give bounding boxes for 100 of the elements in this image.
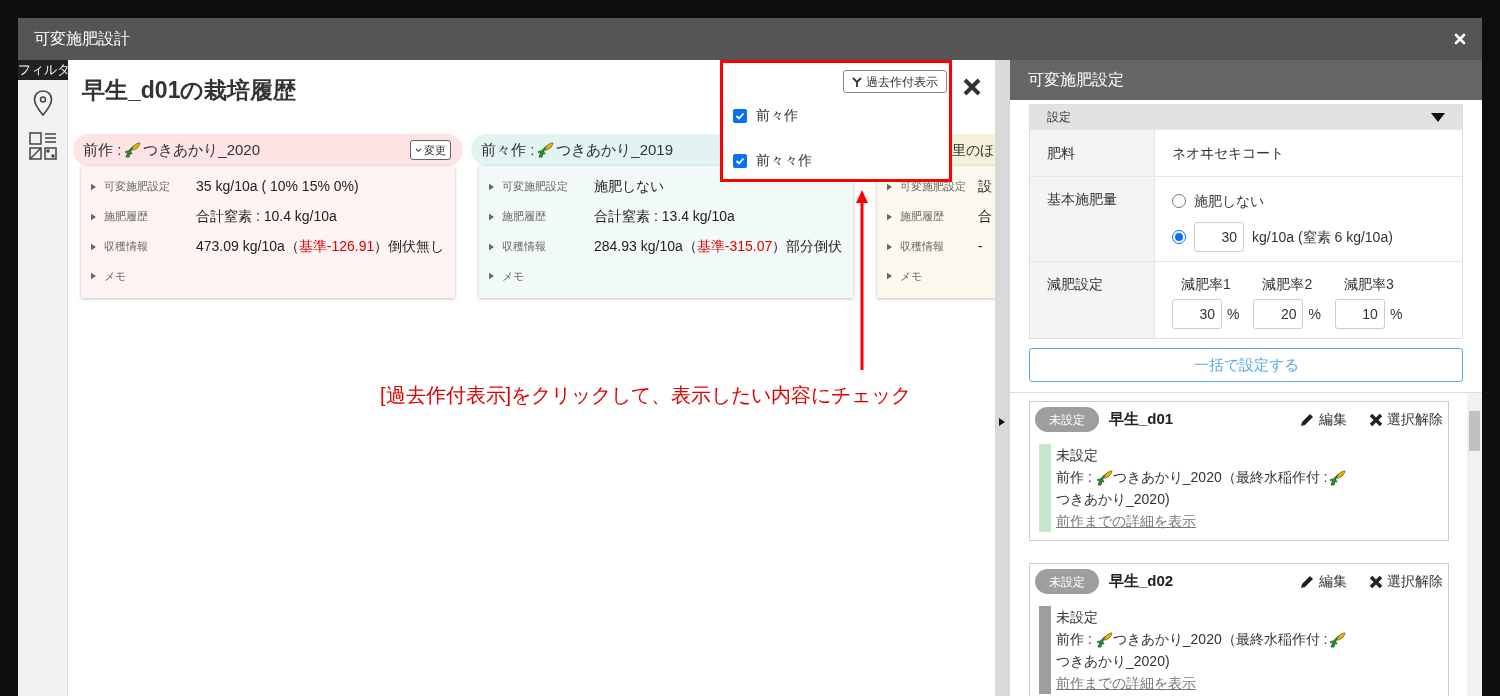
crop-name: つきあかり_2020) xyxy=(1056,653,1170,669)
row-label[interactable]: メモ xyxy=(104,267,196,285)
field-name: 早生_d02 xyxy=(1109,571,1174,592)
percent-label: % xyxy=(1227,304,1240,324)
amount-field[interactable]: 30 xyxy=(1194,222,1244,252)
edit-button[interactable]: 編集 xyxy=(1299,571,1347,592)
row-value: 施肥しない xyxy=(594,177,665,196)
checkbox[interactable] xyxy=(733,108,747,123)
row-value: 設 xyxy=(978,177,993,196)
caret-right-icon xyxy=(887,242,892,251)
row-value: 合計窒素 : 13.4 kg/10a xyxy=(594,207,736,226)
scrollbar[interactable] xyxy=(1467,393,1482,696)
rice-plant-icon xyxy=(1327,631,1346,650)
change-button[interactable]: 変更 xyxy=(410,140,451,160)
row-label[interactable]: 施肥履歴 xyxy=(502,208,594,225)
caret-right-icon xyxy=(489,242,494,251)
row-value: - xyxy=(978,237,984,256)
crop-name: つきあかり_2019 xyxy=(556,139,674,160)
percent-label: % xyxy=(1389,304,1403,324)
row-value: 284.93 kg/10a（基準-315.07）部分倒伏 xyxy=(594,237,844,256)
checkmark-icon xyxy=(735,155,745,166)
crop-label: （最終水稲作付 : xyxy=(1221,631,1328,647)
crop-name: つきあかり_2020) xyxy=(1056,491,1170,507)
status-badge: 未設定 xyxy=(1035,569,1099,594)
panel-title: 可変施肥設定 xyxy=(1028,70,1124,90)
past-crops-button[interactable]: 過去作付表示 xyxy=(843,70,947,93)
rate-label: 減肥率3 xyxy=(1342,275,1395,294)
option-label: 前々々作 xyxy=(756,151,812,170)
filter-label[interactable]: フィルタ xyxy=(17,60,68,80)
crop-label: 里のほ xyxy=(952,140,994,160)
row-value: 35 kg/10a ( 10% 15% 0%) xyxy=(196,177,360,196)
chevron-down-icon xyxy=(415,147,422,153)
rice-plant-icon xyxy=(1094,469,1113,488)
unit-label: kg/10a (窒素 6 kg/10a) xyxy=(1252,227,1393,247)
rate-field[interactable]: 10 xyxy=(1334,299,1385,329)
row-label[interactable]: 施肥履歴 xyxy=(104,208,196,225)
row-label[interactable]: 可変施肥設定 xyxy=(502,178,594,195)
rice-plant-icon xyxy=(536,141,555,159)
row-label[interactable]: メモ xyxy=(900,267,978,285)
rice-plant-icon xyxy=(123,141,142,159)
details-link[interactable]: 前作までの詳細を表示 xyxy=(1056,513,1196,529)
row-value: 合計窒素 : 10.4 kg/10a xyxy=(196,207,338,226)
option-label: 施肥しない xyxy=(1194,191,1264,211)
caret-right-icon xyxy=(887,182,892,191)
field-label: 肥料 xyxy=(1047,145,1075,161)
rate-field[interactable]: 30 xyxy=(1172,299,1222,329)
row-label[interactable]: 収穫情報 xyxy=(104,238,196,255)
crop-name: つきあかり_2020 xyxy=(1112,469,1222,485)
deselect-button[interactable]: 選択解除 xyxy=(1369,571,1443,592)
close-icon[interactable] xyxy=(962,77,982,97)
fertilizer-name: ネオヰセキコート xyxy=(1172,143,1284,163)
checkbox[interactable] xyxy=(733,153,747,168)
caret-right-icon xyxy=(489,212,494,221)
pencil-icon xyxy=(1299,573,1315,590)
caret-right-icon xyxy=(489,272,494,280)
row-label[interactable]: 収穫情報 xyxy=(502,238,594,255)
caret-right-icon xyxy=(91,182,96,191)
crop-label: 前作 : xyxy=(83,139,122,160)
annotation-text: [過去作付表示]をクリックして、表示したい内容にチェック xyxy=(380,383,912,408)
details-link[interactable]: 前作までの詳細を表示 xyxy=(1056,675,1196,691)
crop-name: つきあかり_2020 xyxy=(1112,631,1222,647)
crop-label: 前々作 : xyxy=(481,139,535,160)
expand-icon[interactable] xyxy=(999,418,1005,426)
caret-right-icon xyxy=(887,212,892,221)
collapse-icon[interactable] xyxy=(1431,112,1445,122)
rice-plant-icon xyxy=(1094,631,1113,650)
field-label: 減肥設定 xyxy=(1047,276,1103,292)
filter-icon xyxy=(852,76,862,87)
layout-icon[interactable] xyxy=(28,131,57,160)
history-title: 早生_d01の栽培履歴 xyxy=(82,76,297,105)
window-title: 可変施肥設計 xyxy=(34,29,130,49)
row-label[interactable]: 収穫情報 xyxy=(900,238,978,255)
caret-right-icon xyxy=(91,272,96,280)
row-label[interactable]: 可変施肥設定 xyxy=(104,178,196,195)
deselect-button[interactable]: 選択解除 xyxy=(1369,409,1443,430)
rice-plant-icon xyxy=(1327,469,1346,488)
rate-label: 減肥率2 xyxy=(1261,275,1314,294)
close-icon xyxy=(1369,574,1383,589)
edit-button[interactable]: 編集 xyxy=(1299,409,1347,430)
option-label: 前々作 xyxy=(756,106,798,125)
crop-label: （最終水稲作付 : xyxy=(1221,469,1328,485)
row-label[interactable]: メモ xyxy=(502,267,594,285)
crop-name: つきあかり_2020 xyxy=(143,139,261,160)
rate-field[interactable]: 20 xyxy=(1253,299,1304,329)
close-icon xyxy=(1369,412,1383,427)
settings-header: 設定 xyxy=(1047,109,1071,126)
percent-label: % xyxy=(1308,304,1321,324)
pencil-icon xyxy=(1299,411,1315,428)
row-value: 合 xyxy=(978,207,993,226)
caret-right-icon xyxy=(887,272,892,280)
caret-right-icon xyxy=(91,242,96,251)
row-value: 473.09 kg/10a（基準-126.91）倒伏無し xyxy=(196,237,446,256)
field-name: 早生_d01 xyxy=(1109,409,1174,430)
status-text: 未設定 xyxy=(1056,446,1099,465)
crop-label: 前作 : xyxy=(1056,469,1092,485)
field-label: 基本施肥量 xyxy=(1047,191,1117,207)
map-pin-icon[interactable] xyxy=(32,89,53,116)
row-label[interactable]: 施肥履歴 xyxy=(900,208,978,225)
caret-right-icon xyxy=(91,212,96,221)
status-badge: 未設定 xyxy=(1035,407,1099,432)
